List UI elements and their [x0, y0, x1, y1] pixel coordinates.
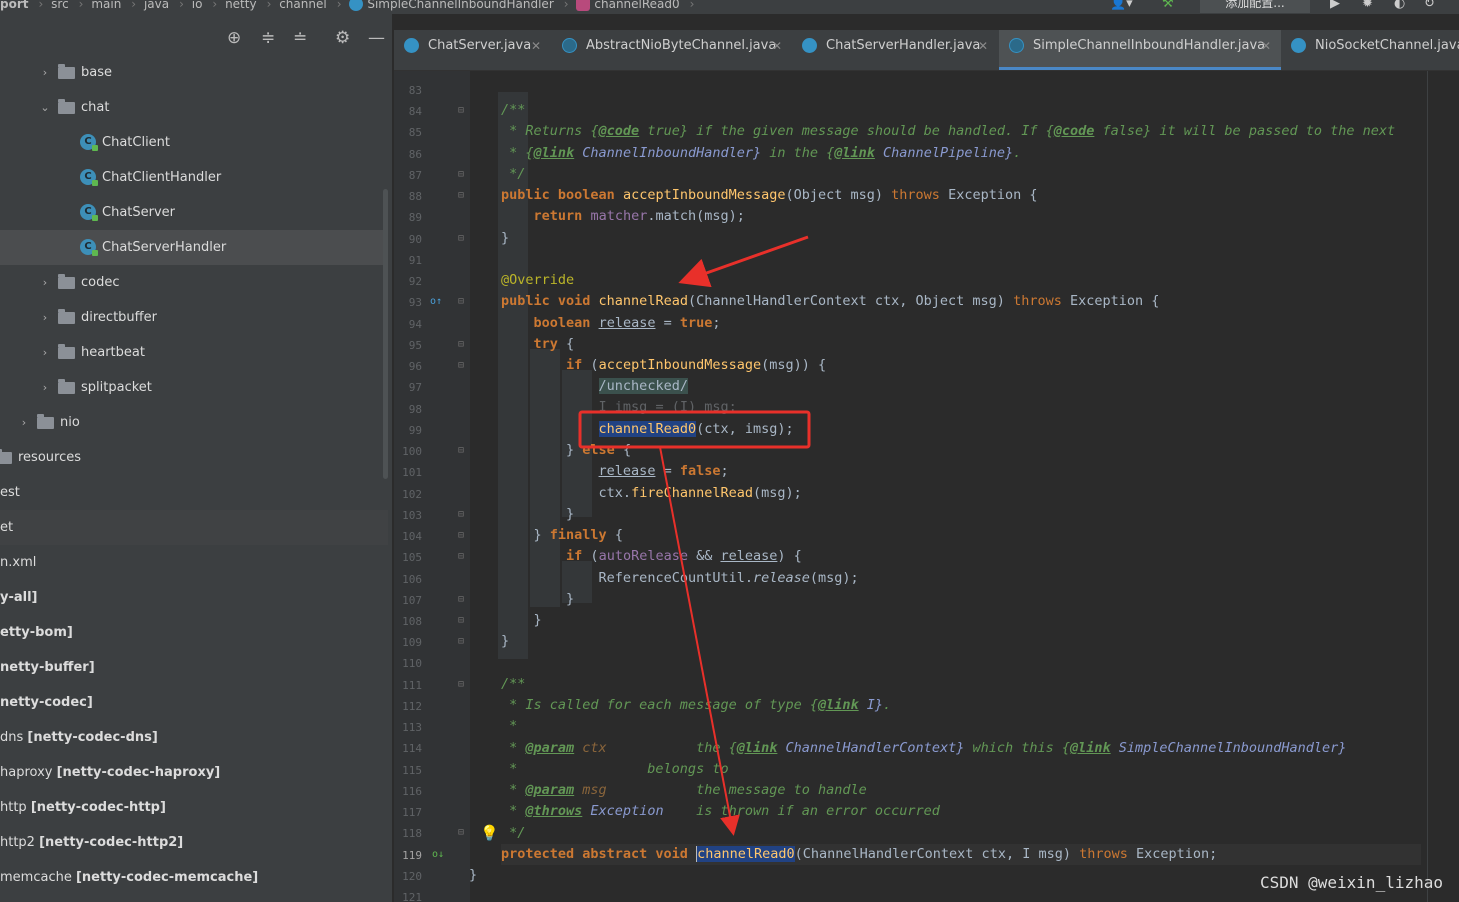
annotation-box [578, 410, 811, 449]
annotation-arrow [659, 446, 740, 836]
annotation-arrow [678, 235, 809, 288]
annotation-overlay [578, 235, 811, 836]
